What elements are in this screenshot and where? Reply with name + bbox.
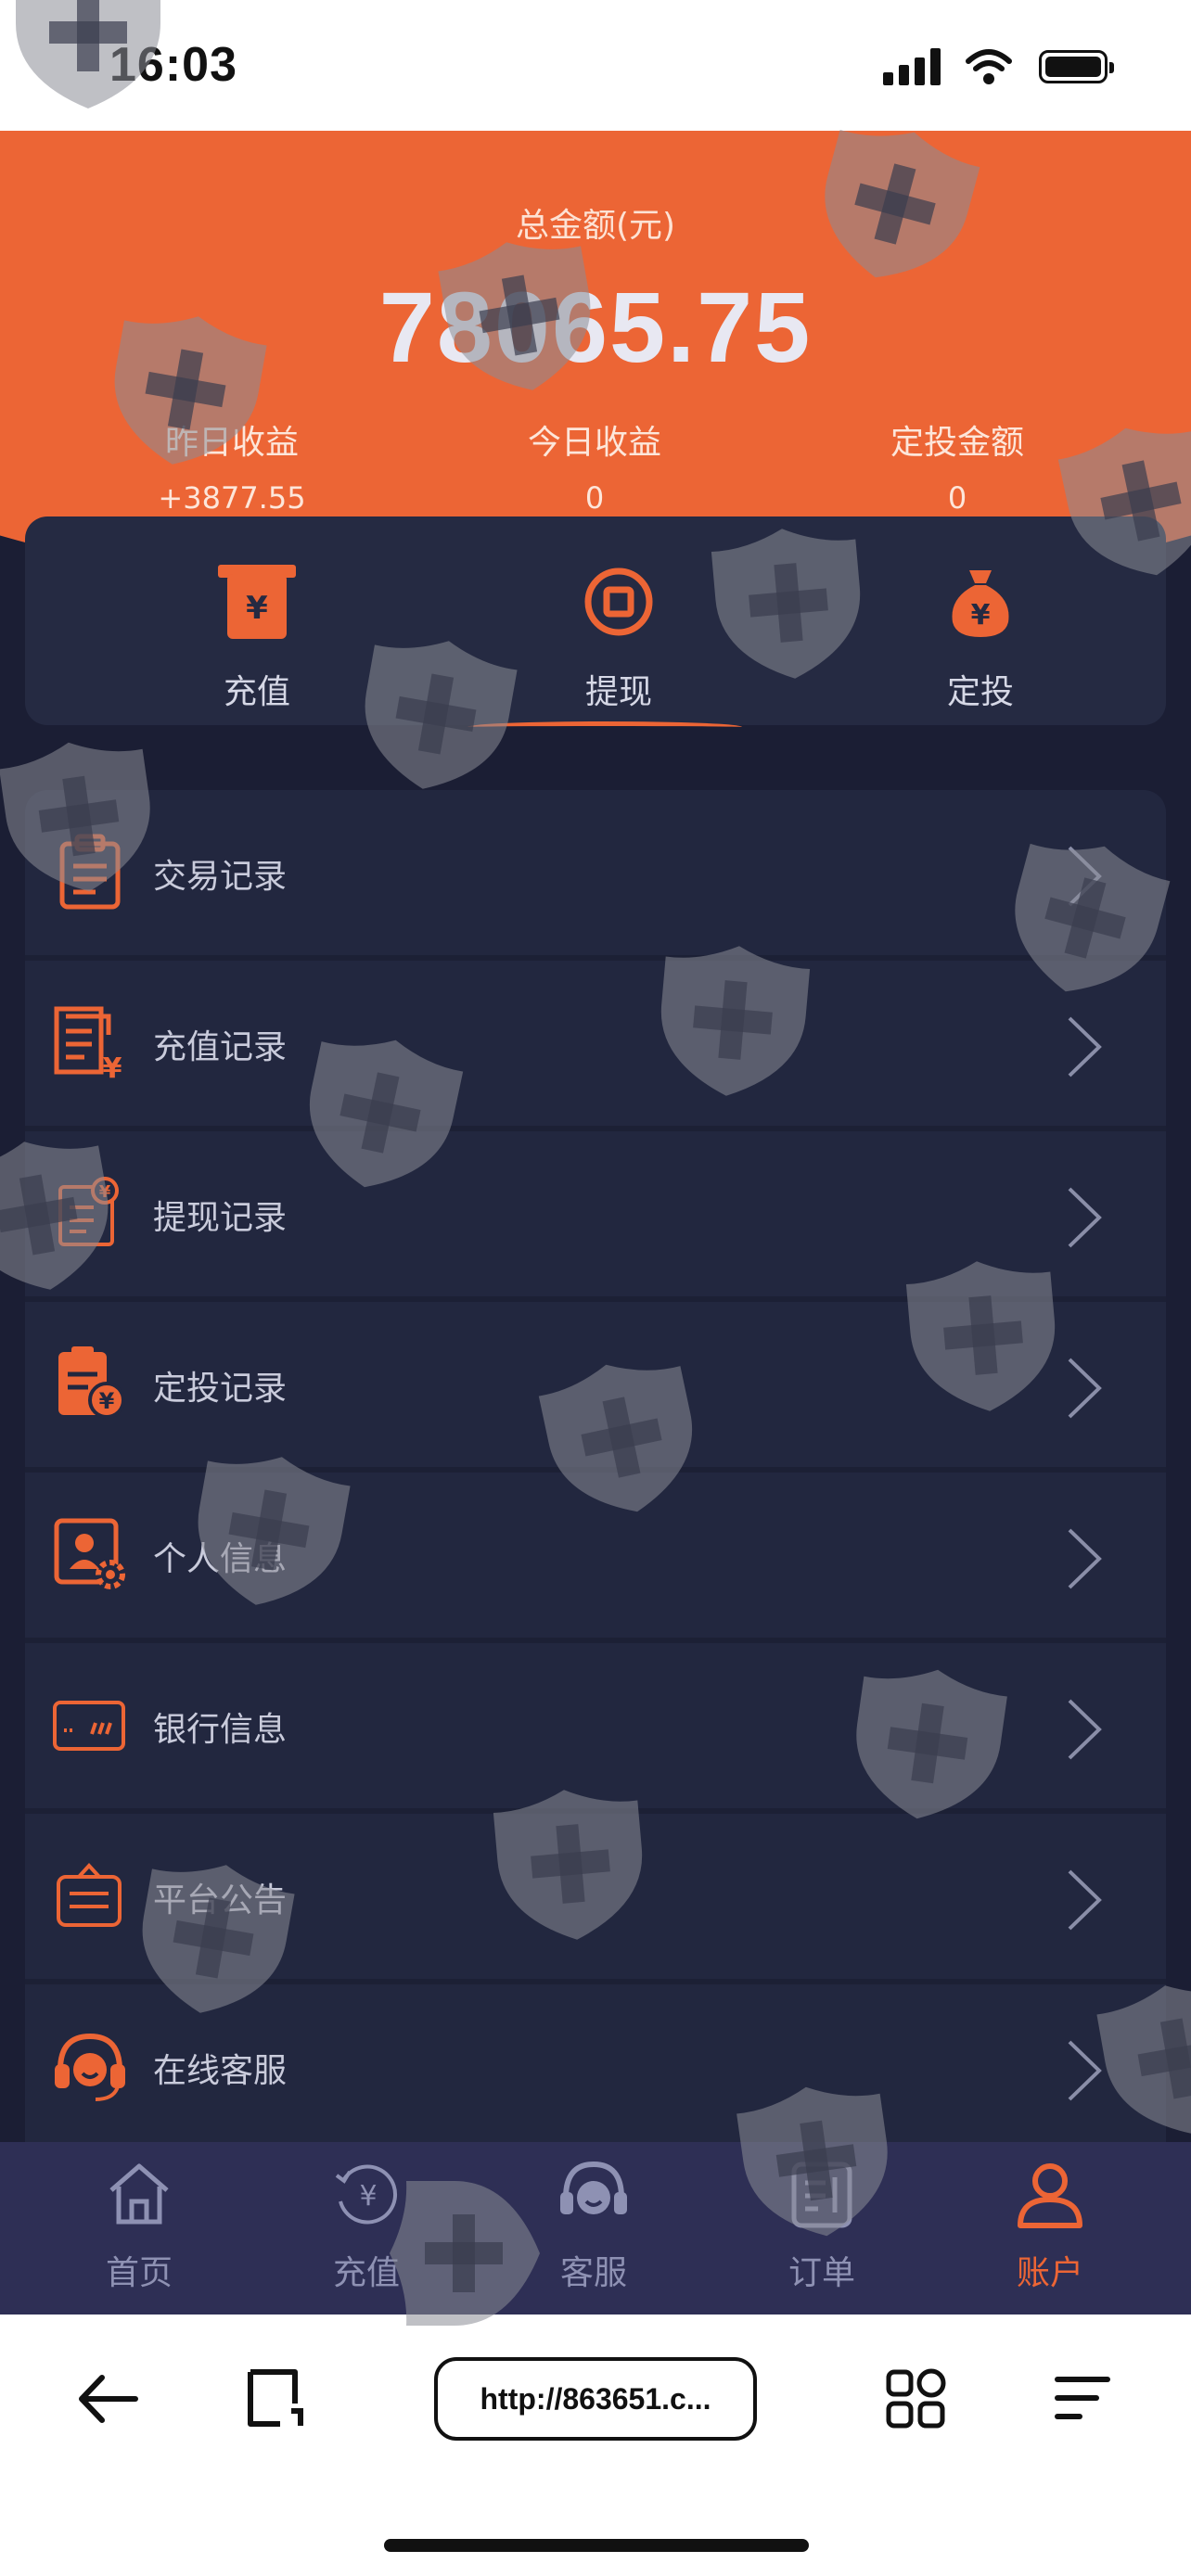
menu-item-bank-info[interactable]: 银行信息 — [25, 1643, 1166, 1814]
withdraw-record-icon: ¥ — [58, 1177, 119, 1246]
withdraw-label: 提现 — [584, 673, 652, 711]
invest-record-icon: ¥ — [58, 1346, 125, 1419]
tab-orders[interactable]: 订单 — [748, 2157, 896, 2294]
menu-item-recharge-records[interactable]: ¥ 充值记录 — [25, 961, 1166, 1131]
url-field[interactable]: http://863651.c... — [434, 2357, 757, 2441]
stat-label: 定投金额 — [890, 424, 1024, 462]
stat-today-earnings: 今日收益 0 — [455, 415, 734, 516]
document-yuan-icon: ¥ — [54, 1006, 122, 1081]
bank-card-icon — [53, 1701, 125, 1751]
tabs-icon[interactable] — [243, 2366, 308, 2431]
stat-fixed-investment: 定投金额 0 — [818, 415, 1096, 516]
recharge-icon: ¥ — [335, 2164, 398, 2225]
stat-value: 0 — [947, 480, 967, 516]
signal-icon — [883, 48, 941, 85]
recharge-label: 充值 — [223, 673, 290, 711]
tab-home[interactable]: 首页 — [65, 2157, 213, 2294]
status-bar: 16:03 — [0, 0, 1191, 131]
battery-icon — [1039, 50, 1114, 83]
browser-toolbar: http://863651.c... — [0, 2315, 1191, 2576]
menu-item-withdrawal-records[interactable]: ¥ 提现记录 — [25, 1131, 1166, 1302]
stat-label: 昨日收益 — [164, 424, 299, 462]
menu-item-online-service[interactable]: 在线客服 — [25, 1984, 1166, 2142]
menu-item-fixed-investment-records[interactable]: ¥ 定投记录 — [25, 1302, 1166, 1473]
menu-label: 充值记录 — [153, 1028, 288, 1066]
svg-text:¥: ¥ — [971, 599, 991, 631]
bottom-tab-bar: 首页 ¥ 充值 客服 订单 账户 — [0, 2142, 1191, 2315]
chevron-right-icon — [1068, 1699, 1102, 1760]
tab-label: 账户 — [1016, 2254, 1083, 2292]
atm-yuan-icon: ¥ — [218, 565, 296, 639]
stat-label: 今日收益 — [527, 424, 661, 462]
chevron-right-icon — [1068, 1187, 1102, 1248]
withdraw-circle-icon — [584, 567, 653, 636]
headset-icon — [55, 2033, 125, 2101]
tab-label: 客服 — [559, 2254, 627, 2292]
menu-label: 定投记录 — [153, 1370, 288, 1408]
svg-text:¥: ¥ — [246, 590, 268, 627]
menu-lines-icon[interactable] — [1050, 2366, 1115, 2431]
active-action-underline — [467, 721, 742, 733]
money-bag-icon: ¥ — [952, 570, 1009, 637]
total-amount-label: 总金额(元) — [515, 207, 676, 245]
back-arrow-icon[interactable] — [76, 2366, 141, 2431]
tab-label: 首页 — [105, 2254, 173, 2292]
user-icon — [1018, 2163, 1082, 2228]
menu-label: 个人信息 — [153, 1540, 288, 1578]
fixed-investment-button[interactable]: ¥ 定投 — [878, 561, 1082, 713]
home-icon — [109, 2163, 169, 2225]
tab-customer-service[interactable]: 客服 — [519, 2157, 668, 2294]
account-menu-list: 交易记录 ¥ 充值记录 ¥ 提现记录 ¥ 定投记录 个人信息 银行信息 平台公告… — [25, 790, 1166, 2142]
menu-item-platform-announcement[interactable]: 平台公告 — [25, 1814, 1166, 1984]
tab-label: 订单 — [788, 2254, 855, 2292]
menu-label: 提现记录 — [153, 1199, 288, 1237]
svg-text:¥: ¥ — [359, 2180, 377, 2213]
withdraw-button[interactable]: 提现 — [517, 561, 721, 713]
announcement-icon — [57, 1863, 122, 1927]
chevron-right-icon — [1068, 1528, 1102, 1589]
chevron-right-icon — [1068, 1016, 1102, 1078]
svg-text:¥: ¥ — [99, 1182, 111, 1202]
chevron-right-icon — [1068, 846, 1102, 907]
menu-label: 交易记录 — [153, 858, 288, 896]
home-indicator — [384, 2539, 809, 2552]
tab-account[interactable]: 账户 — [976, 2157, 1124, 2294]
menu-item-personal-info[interactable]: 个人信息 — [25, 1473, 1166, 1643]
svg-text:¥: ¥ — [103, 1052, 122, 1081]
total-amount-value: 78065.75 — [378, 271, 813, 383]
chevron-right-icon — [1068, 1869, 1102, 1931]
menu-label: 银行信息 — [153, 1711, 288, 1749]
wifi-icon — [966, 49, 1012, 84]
menu-label: 平台公告 — [153, 1881, 288, 1919]
tab-label: 充值 — [332, 2254, 400, 2292]
stat-value: 0 — [584, 480, 605, 516]
recharge-button[interactable]: ¥ 充值 — [155, 561, 359, 713]
grid-icon[interactable] — [883, 2366, 948, 2431]
profile-settings-icon — [54, 1518, 125, 1589]
stat-value: +3877.55 — [158, 480, 306, 516]
support-icon — [560, 2161, 627, 2214]
action-card: ¥ 充值 提现 ¥ 定投 — [25, 516, 1166, 725]
status-time: 16:03 — [109, 38, 237, 92]
tab-recharge[interactable]: ¥ 充值 — [292, 2157, 441, 2294]
chevron-right-icon — [1068, 1358, 1102, 1419]
stat-yesterday-earnings: 昨日收益 +3877.55 — [93, 415, 371, 516]
clipboard-icon — [59, 834, 121, 910]
order-icon — [791, 2162, 852, 2228]
menu-label: 在线客服 — [153, 2052, 288, 2090]
fixed-investment-label: 定投 — [946, 673, 1014, 711]
menu-item-transaction-records[interactable]: 交易记录 — [25, 790, 1166, 961]
svg-text:¥: ¥ — [99, 1388, 115, 1414]
chevron-right-icon — [1068, 2040, 1102, 2101]
